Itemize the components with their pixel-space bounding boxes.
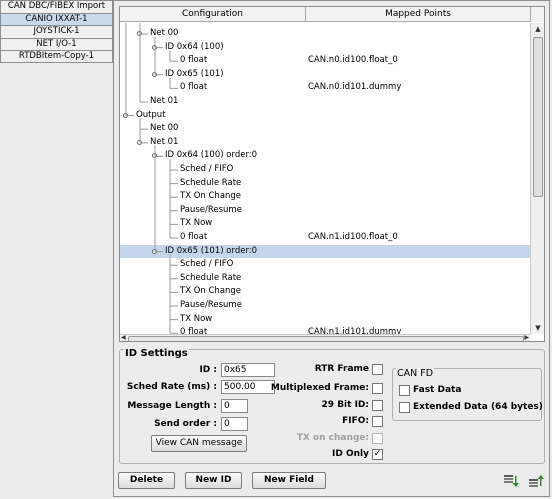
id-settings-title: ID Settings: [124, 348, 189, 359]
sched-rate-label: Sched Rate (ms) :: [126, 382, 217, 392]
tab-canio-ixxat-1[interactable]: CANIO IXXAT-1: [0, 12, 113, 25]
scroll-right-arrow-icon[interactable]: ▶: [524, 334, 529, 341]
tab-net-io-1[interactable]: NET I/O-1: [0, 37, 113, 50]
scroll-down-arrow-icon[interactable]: ▼: [533, 323, 543, 333]
tab-joystick-1[interactable]: JOYSTICK-1: [0, 25, 113, 38]
table-header: Configuration Mapped Points: [120, 7, 544, 22]
tab-rtdbitem-copy-1[interactable]: RTDBItem-Copy-1: [0, 50, 113, 63]
new-id-button[interactable]: New ID: [185, 472, 242, 489]
fifo-checkbox[interactable]: [372, 416, 383, 427]
header-corner: [530, 7, 544, 22]
view-can-message-button[interactable]: View CAN message: [151, 435, 247, 452]
horizontal-scrollbar[interactable]: ◀ ▶: [120, 334, 530, 341]
fifo-label: FIFO:: [342, 416, 369, 426]
extended-data-label: Extended Data (64 bytes): [413, 402, 543, 412]
extended-data-checkbox[interactable]: [399, 402, 410, 413]
sidebar-tabs: CAN DBC/FIBEX Import CANIO IXXAT-1 JOYST…: [0, 0, 113, 63]
tx-on-change-checkbox: [372, 433, 383, 444]
send-order-field[interactable]: 0: [221, 417, 248, 431]
tx-on-change-label: TX on change:: [296, 433, 369, 443]
tree-connector-lines: [125, 23, 178, 334]
id-field[interactable]: 0x65: [221, 363, 275, 377]
column-header-mapped-points[interactable]: Mapped Points: [306, 7, 530, 22]
can-fd-title: CAN FD: [396, 368, 435, 379]
main-panel: Configuration Mapped Points Net 00 ID 0x6…: [113, 0, 550, 497]
rtr-frame-label: RTR Frame: [314, 364, 369, 374]
message-length-label: Message Length :: [127, 401, 217, 411]
id-settings-group: ID Settings ID : 0x65 Sched Rate (ms) : …: [119, 348, 545, 464]
can-fd-group: CAN FD Fast Data Extended Data (64 bytes…: [392, 368, 543, 421]
29-bit-id-checkbox[interactable]: [372, 400, 383, 411]
import-down-arrow-icon[interactable]: [503, 474, 519, 488]
multiplexed-frame-checkbox[interactable]: [372, 383, 383, 394]
id-only-checkbox[interactable]: ✓: [372, 449, 383, 460]
tab-can-dbc-fibex-import[interactable]: CAN DBC/FIBEX Import: [0, 0, 113, 13]
horizontal-scroll-thumb[interactable]: [128, 336, 524, 341]
send-order-label: Send order :: [154, 419, 217, 429]
column-header-configuration[interactable]: Configuration: [120, 7, 306, 22]
vertical-scroll-thumb[interactable]: [533, 37, 543, 197]
rtr-frame-checkbox[interactable]: [372, 364, 383, 375]
scroll-left-arrow-icon[interactable]: ◀: [121, 334, 126, 341]
delete-button[interactable]: Delete: [118, 472, 175, 489]
fast-data-label: Fast Data: [413, 385, 462, 395]
message-length-field[interactable]: 0: [221, 399, 248, 413]
vertical-scrollbar[interactable]: ▲ ▼: [530, 23, 544, 334]
configuration-tree-table: Configuration Mapped Points Net 00 ID 0x6…: [119, 6, 545, 342]
id-label: ID :: [199, 365, 217, 375]
29-bit-id-label: 29 Bit ID:: [321, 400, 369, 410]
fast-data-checkbox[interactable]: [399, 385, 410, 396]
export-up-arrow-icon[interactable]: [528, 474, 544, 488]
multiplexed-frame-label: Multiplexed Frame:: [270, 383, 369, 393]
tree-rows: Net 00 ID 0x64 (100) 0 float CAN.n0.id100.f…: [120, 23, 530, 334]
sched-rate-field[interactable]: 500.00: [221, 380, 275, 394]
scroll-up-arrow-icon[interactable]: ▲: [533, 24, 543, 34]
new-field-button[interactable]: New Field: [252, 472, 326, 489]
id-only-label: ID Only: [332, 449, 369, 459]
